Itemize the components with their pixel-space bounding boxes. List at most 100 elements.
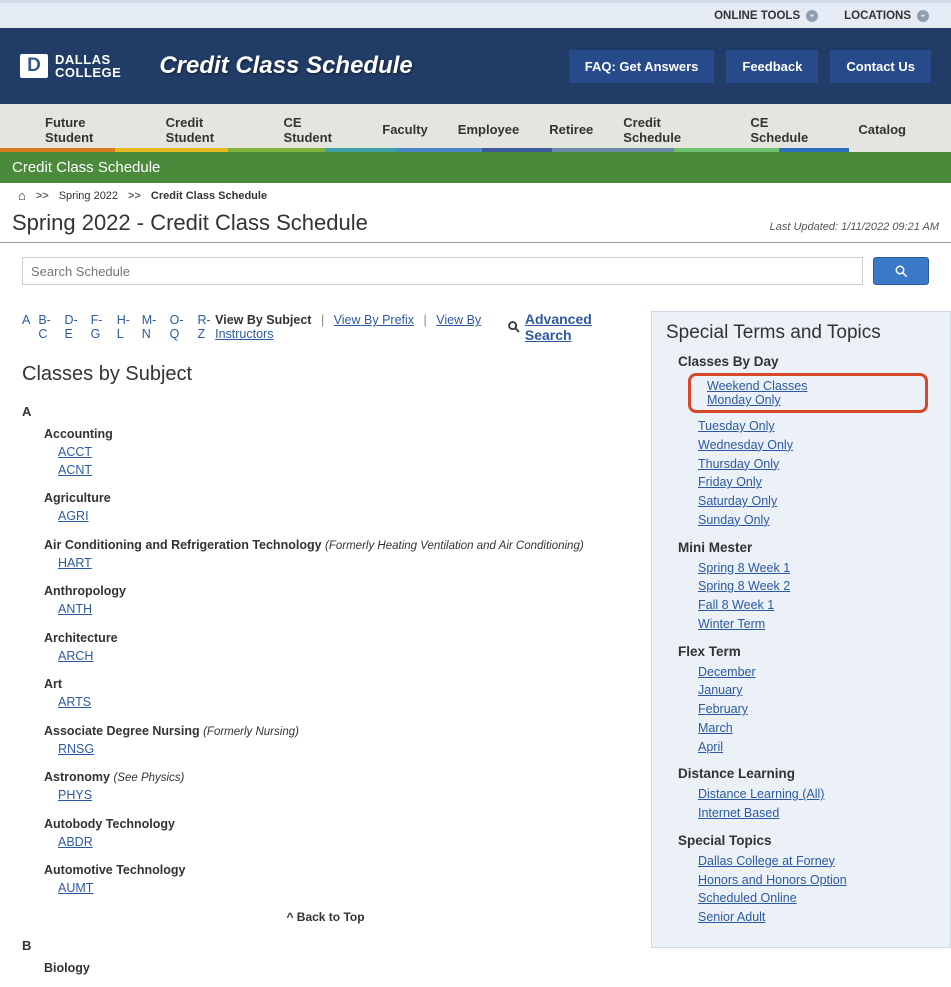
page-header: Spring 2022 - Credit Class Schedule Last…	[0, 208, 951, 243]
subject-title: Biology	[44, 961, 629, 975]
breadcrumb-current: Credit Class Schedule	[151, 190, 267, 202]
alpha-a[interactable]: A	[22, 313, 30, 341]
subject-code-link[interactable]: AUMT	[58, 880, 93, 898]
subject-note: (See Physics)	[113, 772, 184, 784]
advanced-search[interactable]: Advanced Search	[507, 311, 629, 343]
subject-block: Air Conditioning and Refrigeration Techn…	[44, 538, 629, 573]
nav-faculty[interactable]: Faculty	[367, 106, 443, 150]
subject-block: Accounting ACCTACNT	[44, 427, 629, 479]
side-link[interactable]: Internet Based	[698, 804, 779, 823]
alpha-mn[interactable]: M-N	[142, 313, 162, 341]
subject-block: Automotive Technology AUMT	[44, 863, 629, 898]
side-link[interactable]: Spring 8 Week 2	[698, 577, 790, 596]
side-group-title: Classes By Day	[678, 354, 936, 369]
subject-heading: Classes by Subject	[22, 363, 629, 386]
subject-code-link[interactable]: PHYS	[58, 787, 92, 805]
back-to-top-link[interactable]: ^ Back to Top	[286, 910, 364, 924]
chevron-down-icon	[806, 10, 818, 22]
subject-code-link[interactable]: RNSG	[58, 741, 94, 759]
side-link[interactable]: Winter Term	[698, 615, 765, 634]
side-link[interactable]: Monday Only	[707, 393, 919, 407]
last-updated: Last Updated: 1/11/2022 09:21 AM	[770, 221, 939, 233]
subject-block: Architecture ARCH	[44, 631, 629, 666]
highlight-box: Weekend ClassesMonday Only	[688, 373, 928, 413]
side-link[interactable]: December	[698, 663, 756, 682]
subject-code-link[interactable]: ACCT	[58, 444, 92, 462]
side-link[interactable]: February	[698, 700, 748, 719]
alpha-fg[interactable]: F-G	[91, 313, 109, 341]
nav-retiree[interactable]: Retiree	[534, 106, 608, 150]
subject-code-link[interactable]: ABDR	[58, 834, 93, 852]
subject-block: Anthropology ANTH	[44, 584, 629, 619]
alpha-links: A B-C D-E F-G H-L M-N O-Q R-Z	[22, 313, 215, 341]
subject-title: Art	[44, 677, 629, 691]
side-link[interactable]: January	[698, 681, 742, 700]
side-link[interactable]: Tuesday Only	[698, 417, 775, 436]
side-link[interactable]: Wednesday Only	[698, 436, 793, 455]
breadcrumb: ⌂ >> Spring 2022 >> Credit Class Schedul…	[0, 183, 951, 208]
locations-link[interactable]: LOCATIONS	[844, 10, 929, 22]
side-group-title: Flex Term	[678, 644, 936, 659]
subject-code-link[interactable]: HART	[58, 555, 92, 573]
side-link[interactable]: Weekend Classes	[707, 379, 919, 393]
logo[interactable]: D DALLAS COLLEGE	[20, 53, 121, 79]
side-title: Special Terms and Topics	[666, 322, 936, 344]
side-link[interactable]: Distance Learning (All)	[698, 785, 824, 804]
subject-title: Automotive Technology	[44, 863, 629, 877]
home-icon[interactable]: ⌂	[18, 188, 26, 203]
search-button[interactable]	[873, 257, 929, 285]
search-input[interactable]	[22, 257, 863, 285]
nav-catalog[interactable]: Catalog	[843, 106, 921, 150]
view-by-prefix[interactable]: View By Prefix	[334, 313, 414, 327]
side-link[interactable]: Fall 8 Week 1	[698, 596, 774, 615]
logo-icon: D	[20, 54, 48, 78]
subject-code-link[interactable]: ARCH	[58, 648, 93, 666]
side-link[interactable]: Honors and Honors Option	[698, 871, 847, 890]
contact-button[interactable]: Contact Us	[830, 50, 931, 83]
side-link[interactable]: April	[698, 738, 723, 757]
subject-code-link[interactable]: AGRI	[58, 508, 89, 526]
alpha-oq[interactable]: O-Q	[170, 313, 190, 341]
special-terms-panel: Special Terms and Topics Classes By Day W…	[651, 311, 951, 948]
content: A B-C D-E F-G H-L M-N O-Q R-Z View By Su…	[0, 291, 951, 987]
subject-title: Accounting	[44, 427, 629, 441]
side-link[interactable]: Dallas College at Forney	[698, 852, 835, 871]
nav-employee[interactable]: Employee	[443, 106, 534, 150]
online-tools-link[interactable]: ONLINE TOOLS	[714, 10, 818, 22]
side-link[interactable]: Sunday Only	[698, 511, 770, 530]
subject-note: (Formerly Heating Ventilation and Air Co…	[325, 540, 584, 552]
chevron-down-icon	[917, 10, 929, 22]
side-column: Special Terms and Topics Classes By Day W…	[651, 311, 951, 987]
side-link[interactable]: Thursday Only	[698, 455, 779, 474]
side-link[interactable]: Friday Only	[698, 473, 762, 492]
subject-code-link[interactable]: ACNT	[58, 462, 92, 480]
subject-block: Biology	[44, 961, 629, 975]
faq-button[interactable]: FAQ: Get Answers	[569, 50, 715, 83]
advanced-search-link[interactable]: Advanced Search	[525, 311, 629, 343]
subject-code-link[interactable]: ARTS	[58, 694, 91, 712]
main-nav: Future Student Credit Student CE Student…	[0, 104, 951, 152]
subject-block: Art ARTS	[44, 677, 629, 712]
letter-heading: B	[22, 938, 629, 953]
alpha-de[interactable]: D-E	[64, 313, 82, 341]
subject-block: Astronomy (See Physics)PHYS	[44, 770, 629, 805]
side-link[interactable]: Saturday Only	[698, 492, 777, 511]
subject-block: Autobody Technology ABDR	[44, 817, 629, 852]
subject-code-link[interactable]: ANTH	[58, 601, 92, 619]
alpha-rz[interactable]: R-Z	[198, 313, 216, 341]
breadcrumb-separator: >>	[128, 190, 141, 202]
nav-underline	[0, 148, 951, 152]
subject-title: Architecture	[44, 631, 629, 645]
side-link[interactable]: Scheduled Online	[698, 889, 797, 908]
subject-block: Agriculture AGRI	[44, 491, 629, 526]
side-link[interactable]: Spring 8 Week 1	[698, 559, 790, 578]
online-tools-label: ONLINE TOOLS	[714, 10, 800, 22]
alpha-bc[interactable]: B-C	[38, 313, 56, 341]
search-icon	[894, 264, 909, 279]
alpha-hl[interactable]: H-L	[117, 313, 134, 341]
letter-heading: A	[22, 404, 629, 419]
side-link[interactable]: March	[698, 719, 733, 738]
feedback-button[interactable]: Feedback	[726, 50, 818, 83]
breadcrumb-term[interactable]: Spring 2022	[59, 190, 118, 202]
side-link[interactable]: Senior Adult	[698, 908, 765, 927]
